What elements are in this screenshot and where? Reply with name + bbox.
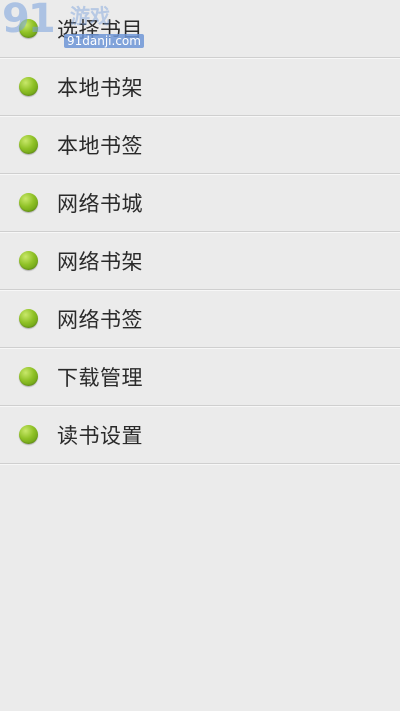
menu-item-label: 本地书签 — [57, 133, 143, 158]
app-screen: 选择书目 本地书架 本地书签 网络书城 网络书架 网络书签 下载管理 读书设置 — [0, 0, 400, 711]
green-dot-icon — [19, 134, 38, 154]
green-dot-icon — [19, 424, 38, 444]
menu-item-online-bookmark[interactable]: 网络书签 — [0, 290, 400, 348]
menu-item-label: 网络书签 — [57, 307, 143, 332]
menu-item-label: 下载管理 — [57, 365, 143, 390]
menu-item-label: 网络书城 — [57, 191, 143, 216]
green-dot-icon — [19, 308, 38, 328]
menu-item-label: 网络书架 — [57, 249, 143, 274]
menu-item-reading-settings[interactable]: 读书设置 — [0, 406, 400, 464]
menu-item-online-shelf[interactable]: 网络书架 — [0, 232, 400, 290]
menu-item-local-bookmark[interactable]: 本地书签 — [0, 116, 400, 174]
green-dot-icon — [19, 366, 38, 386]
main-menu: 选择书目 本地书架 本地书签 网络书城 网络书架 网络书签 下载管理 读书设置 — [0, 0, 400, 464]
green-dot-icon — [19, 192, 38, 212]
green-dot-icon — [19, 18, 38, 38]
menu-item-local-shelf[interactable]: 本地书架 — [0, 58, 400, 116]
green-dot-icon — [19, 76, 38, 96]
menu-item-online-store[interactable]: 网络书城 — [0, 174, 400, 232]
menu-item-label: 读书设置 — [57, 423, 143, 448]
menu-item-select-book[interactable]: 选择书目 — [0, 0, 400, 58]
green-dot-icon — [19, 250, 38, 270]
menu-item-label: 选择书目 — [57, 17, 143, 42]
menu-item-label: 本地书架 — [57, 75, 143, 100]
menu-item-download-manager[interactable]: 下载管理 — [0, 348, 400, 406]
